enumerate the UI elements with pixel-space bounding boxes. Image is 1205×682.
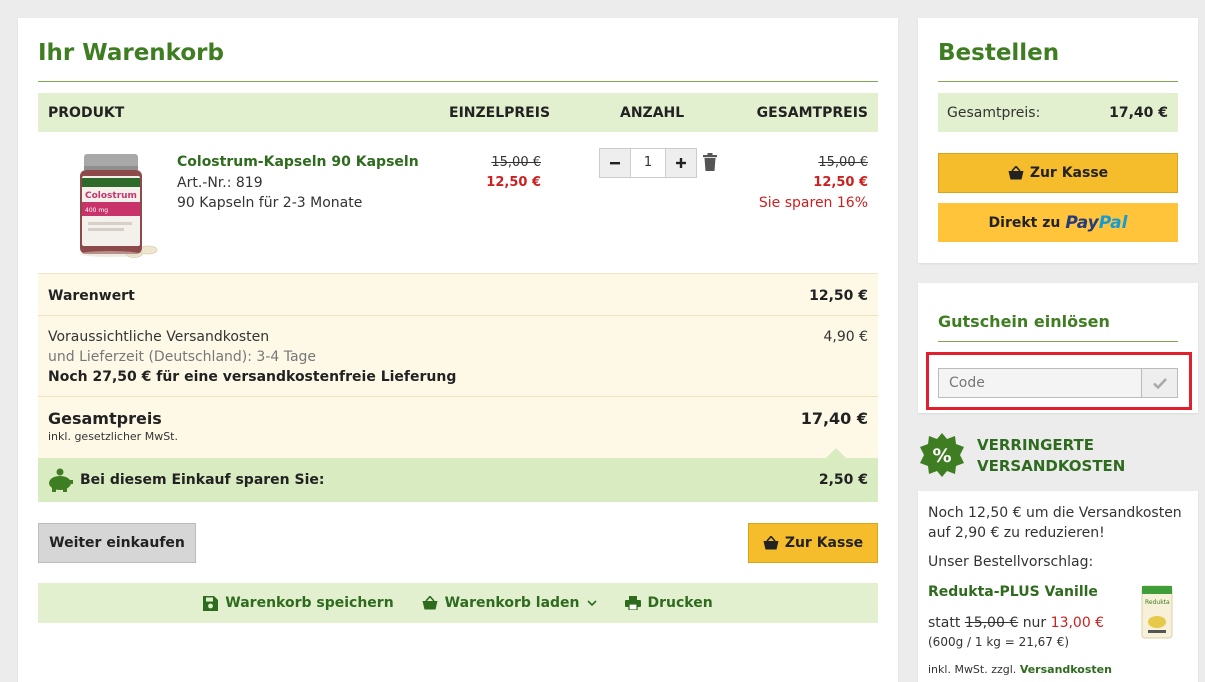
total-price-old: 15,00 € [818, 155, 868, 170]
save-cart-label: Warenkorb speichern [225, 595, 394, 611]
trash-icon[interactable] [702, 153, 718, 171]
basket-icon [763, 536, 779, 550]
single-price-old: 15,00 € [491, 155, 541, 170]
title-divider [38, 81, 878, 82]
paypal-prefix: Direkt zu [988, 214, 1061, 231]
tax-note-text: inkl. MwSt. zzgl. [928, 663, 1017, 676]
order-total-label: Gesamtpreis: [947, 105, 1041, 121]
suggested-product-image-label: Redukta [1145, 599, 1170, 606]
suggested-price-new: 13,00 € [1050, 615, 1105, 631]
cart-table-header: PRODUKT EINZELPREIS ANZAHL GESAMTPREIS [38, 93, 878, 132]
order-total-value: 17,40 € [1109, 105, 1168, 121]
chevron-down-icon [586, 599, 597, 606]
suggested-unit-price: (600g / 1 kg = 21,67 €) [928, 635, 1070, 649]
price-mid: nur [1022, 615, 1047, 631]
summary-divider [38, 315, 878, 316]
save-cart-link[interactable]: Warenkorb speichern [203, 595, 394, 611]
paypal-logo: PayPal [1065, 212, 1128, 233]
savings-pointer [825, 448, 847, 459]
suggested-product-price: statt 15,00 € nur 13,00 € [928, 615, 1104, 631]
total-price-new: 12,50 € [813, 175, 868, 190]
shipping-promo-text: Noch 12,50 € um die Versandkosten auf 2,… [928, 505, 1182, 541]
tax-note: inkl. gesetzlicher MwSt. [48, 430, 178, 443]
product-description: 90 Kapseln für 2-3 Monate [177, 195, 363, 211]
checkout-button-label: Zur Kasse [784, 535, 864, 551]
order-total-row: Gesamtpreis: 17,40 € [938, 93, 1178, 132]
product-image-sub: 400 mg [85, 207, 108, 214]
savings-bar: Bei diesem Einkauf sparen Sie: 2,50 € [38, 448, 878, 502]
price-prefix: statt [928, 615, 961, 631]
order-suggestion-label: Unser Bestellvorschlag: [928, 554, 1094, 570]
single-price-new: 12,50 € [486, 175, 541, 190]
order-title: Bestellen [938, 40, 1060, 66]
quantity-increase-button[interactable] [666, 149, 696, 177]
load-cart-dropdown[interactable]: Warenkorb laden [422, 595, 597, 611]
column-header-quantity: ANZAHL [620, 105, 685, 121]
column-header-total-price: GESAMTPREIS [756, 105, 868, 121]
grand-total-label: Gesamtpreis [48, 409, 162, 428]
product-sku: Art.-Nr.: 819 [177, 175, 263, 191]
cart-panel: Ihr Warenkorb PRODUKT EINZELPREIS ANZAHL… [18, 18, 898, 682]
cart-actions-bar: Warenkorb speichern Warenkorb laden Druc… [38, 583, 878, 623]
suggested-product-link[interactable]: Redukta-PLUS Vanille [928, 584, 1098, 600]
grand-total-value: 17,40 € [800, 409, 868, 428]
product-image-label: Colostrum [85, 191, 137, 201]
shipping-promo-title-line2: VERSANDKOSTEN [977, 457, 1126, 475]
shipping-value: 4,90 € [823, 329, 868, 345]
cart-item-row: Colostrum 400 mg Colostrum-Kapseln 90 Ka… [38, 132, 878, 273]
goods-value: 12,50 € [809, 288, 868, 304]
load-cart-label: Warenkorb laden [444, 595, 580, 611]
suggested-price-old: 15,00 € [964, 615, 1019, 631]
piggy-bank-icon [49, 468, 73, 492]
checkout-button[interactable]: Zur Kasse [748, 523, 878, 563]
quantity-stepper: 1 [599, 148, 697, 178]
cart-summary: Warenwert 12,50 € Voraussichtliche Versa… [38, 273, 878, 458]
printer-icon [624, 596, 641, 610]
saving-note: Sie sparen 16% [758, 195, 868, 211]
suggested-tax-note: inkl. MwSt. zzgl. Versandkosten [928, 663, 1112, 676]
shipping-promo-title: VERRINGERTE VERSANDKOSTEN [977, 435, 1125, 477]
voucher-divider [938, 341, 1178, 342]
continue-shopping-button[interactable]: Weiter einkaufen [38, 523, 196, 563]
shipping-promo-title-line1: VERRINGERTE [977, 436, 1095, 454]
quantity-decrease-button[interactable] [600, 149, 630, 177]
sidebar-checkout-label: Zur Kasse [1029, 165, 1109, 181]
paypal-button[interactable]: Direkt zu PayPal [938, 203, 1178, 242]
basket-icon [1008, 166, 1024, 180]
savings-value: 2,50 € [818, 472, 868, 488]
shipping-costs-link[interactable]: Versandkosten [1020, 663, 1112, 676]
shipping-promo-panel: % VERRINGERTE VERSANDKOSTEN Noch 12,50 €… [918, 425, 1198, 682]
percent-badge-icon: % [920, 433, 964, 477]
voucher-title: Gutschein einlösen [938, 312, 1110, 331]
percent-badge-text: % [932, 445, 951, 467]
savings-label: Bei diesem Einkauf sparen Sie: [80, 472, 325, 488]
quantity-input[interactable]: 1 [630, 149, 666, 177]
basket-icon [422, 596, 438, 610]
goods-value-label: Warenwert [48, 288, 135, 304]
summary-divider [38, 396, 878, 397]
save-icon [203, 595, 219, 611]
order-panel: Bestellen Gesamtpreis: 17,40 € Zur Kasse… [918, 18, 1198, 263]
column-header-single-price: EINZELPREIS [449, 105, 551, 121]
print-link[interactable]: Drucken [624, 595, 713, 611]
order-title-divider [938, 81, 1178, 82]
product-name-link[interactable]: Colostrum-Kapseln 90 Kapseln [177, 154, 419, 170]
sidebar-checkout-button[interactable]: Zur Kasse [938, 153, 1178, 193]
shipping-label: Voraussichtliche Versandkosten [48, 329, 270, 345]
product-image[interactable]: Colostrum 400 mg [72, 150, 162, 260]
minus-icon [610, 162, 620, 165]
print-label: Drucken [647, 595, 713, 611]
shipping-promo-body: Noch 12,50 € um die Versandkosten auf 2,… [918, 491, 1198, 682]
cart-title: Ihr Warenkorb [38, 40, 224, 66]
suggested-product-image[interactable]: Redukta [1140, 584, 1174, 640]
free-shipping-note: Noch 27,50 € für eine versandkostenfreie… [48, 369, 457, 385]
column-header-product: PRODUKT [48, 105, 125, 121]
plus-icon [676, 158, 686, 168]
voucher-highlight-frame [926, 352, 1192, 410]
shipping-promo-header: % VERRINGERTE VERSANDKOSTEN [918, 425, 1198, 485]
shipping-time: und Lieferzeit (Deutschland): 3-4 Tage [48, 349, 317, 365]
